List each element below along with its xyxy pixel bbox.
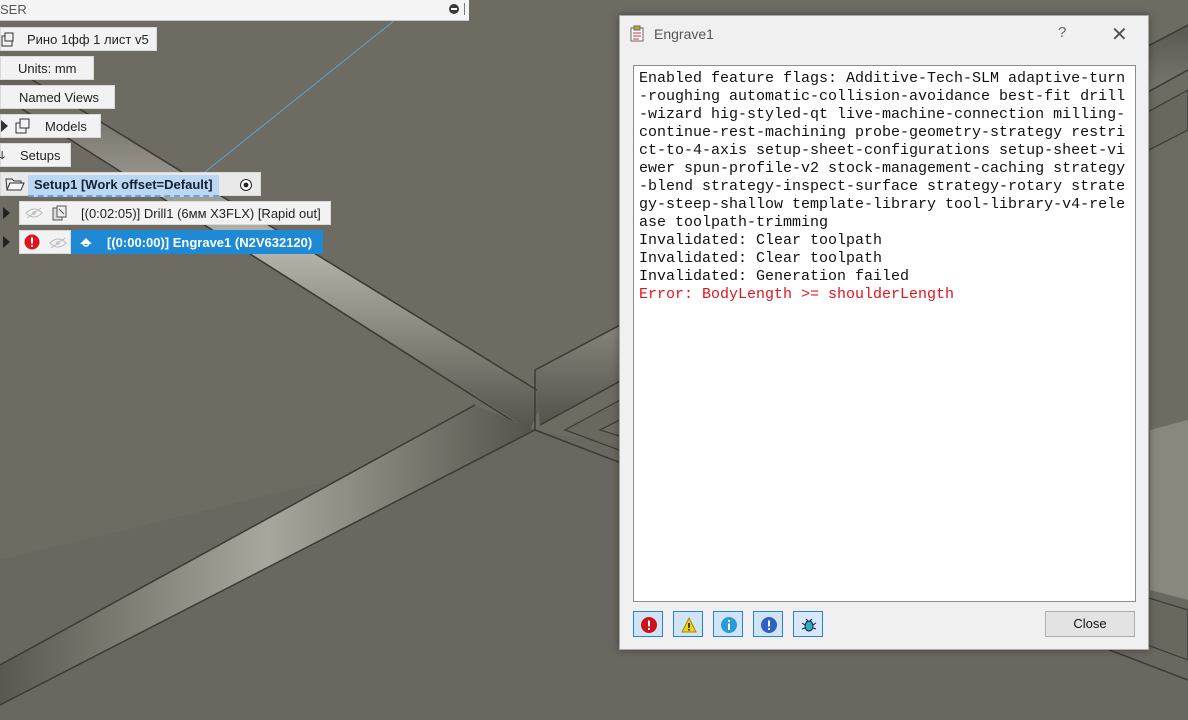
named-views-label: Named Views — [19, 90, 99, 105]
error-status-icon — [24, 234, 40, 253]
error-log-line: Error: BodyLength >= shoulderLength — [639, 286, 955, 303]
log-line: Invalidated: Generation failed — [639, 268, 910, 285]
panel-grip-icon[interactable] — [464, 3, 465, 15]
collapse-browser-icon[interactable] — [449, 4, 459, 14]
models-icon — [15, 118, 31, 137]
setup1-label: Setup1 [Work offset=Default] — [28, 175, 219, 197]
document-node[interactable]: Рино 1фф 1 лист v5 — [0, 27, 157, 51]
models-label: Models — [45, 119, 87, 134]
message-log[interactable]: Enabled feature flags: Additive-Tech-SLM… — [633, 65, 1136, 602]
engrave1-status-cell[interactable] — [19, 230, 71, 254]
engrave1-log-dialog: Engrave1 ? ✕ Enabled feature flags: Addi… — [619, 15, 1149, 650]
drill1-operation[interactable]: [(0:02:05)] Drill1 (6мм X3FLX) [Rapid ou… — [19, 201, 331, 225]
setups-node[interactable]: ↆ Setups — [0, 143, 71, 167]
drill1-expand-icon[interactable] — [3, 207, 10, 219]
warning-filter-icon — [681, 616, 697, 633]
log-line: Invalidated: Clear toolpath — [639, 250, 883, 267]
engrave1-expand-icon[interactable] — [3, 236, 10, 248]
browser-title: SER — [0, 2, 27, 17]
visibility-hidden-icon[interactable] — [49, 237, 67, 252]
info-filter-icon — [721, 617, 737, 633]
document-name: Рино 1фф 1 лист v5 — [27, 32, 149, 47]
setups-icon: ↆ — [0, 148, 6, 162]
browser-header: SER — [0, 0, 469, 21]
close-button[interactable]: Close — [1045, 611, 1135, 637]
units-node[interactable]: Units: mm — [0, 56, 94, 80]
log-line: Invalidated: Clear toolpath — [639, 232, 883, 249]
dialog-title: Engrave1 — [654, 26, 714, 42]
drill1-label: [(0:02:05)] Drill1 (6мм X3FLX) [Rapid ou… — [81, 206, 321, 221]
debug-info-filter-button[interactable] — [753, 611, 783, 637]
engrave1-label: [(0:00:00)] Engrave1 (N2V632120) — [107, 235, 313, 250]
error-filter-icon — [641, 617, 657, 633]
help-button[interactable]: ? — [1058, 24, 1066, 41]
drill-icon — [50, 205, 68, 225]
close-icon[interactable]: ✕ — [1111, 22, 1128, 47]
setup1-node[interactable]: Setup1 [Work offset=Default] — [0, 172, 261, 197]
setups-label: Setups — [20, 148, 61, 163]
clipboard-icon — [630, 25, 646, 42]
folder-open-icon — [5, 177, 25, 195]
named-views-node[interactable]: Named Views — [0, 85, 115, 109]
error-filter-button[interactable] — [633, 611, 663, 637]
visibility-hidden-icon[interactable] — [25, 207, 43, 222]
engrave1-operation[interactable]: [(0:00:00)] Engrave1 (N2V632120) — [71, 230, 323, 254]
info-filter-button[interactable] — [713, 611, 743, 637]
models-node[interactable]: Models — [0, 114, 101, 138]
warning-filter-button[interactable] — [673, 611, 703, 637]
bug-filter-icon — [801, 617, 817, 633]
debug-info-filter-icon — [761, 617, 777, 633]
engrave-icon — [78, 235, 94, 252]
log-line: Enabled feature flags: Additive-Tech-SLM… — [639, 70, 1126, 231]
models-expand-icon[interactable] — [1, 120, 8, 132]
document-icon — [1, 32, 15, 51]
bug-filter-button[interactable] — [793, 611, 823, 637]
units-label: Units: mm — [18, 61, 77, 76]
setup-target-icon[interactable] — [239, 178, 253, 195]
